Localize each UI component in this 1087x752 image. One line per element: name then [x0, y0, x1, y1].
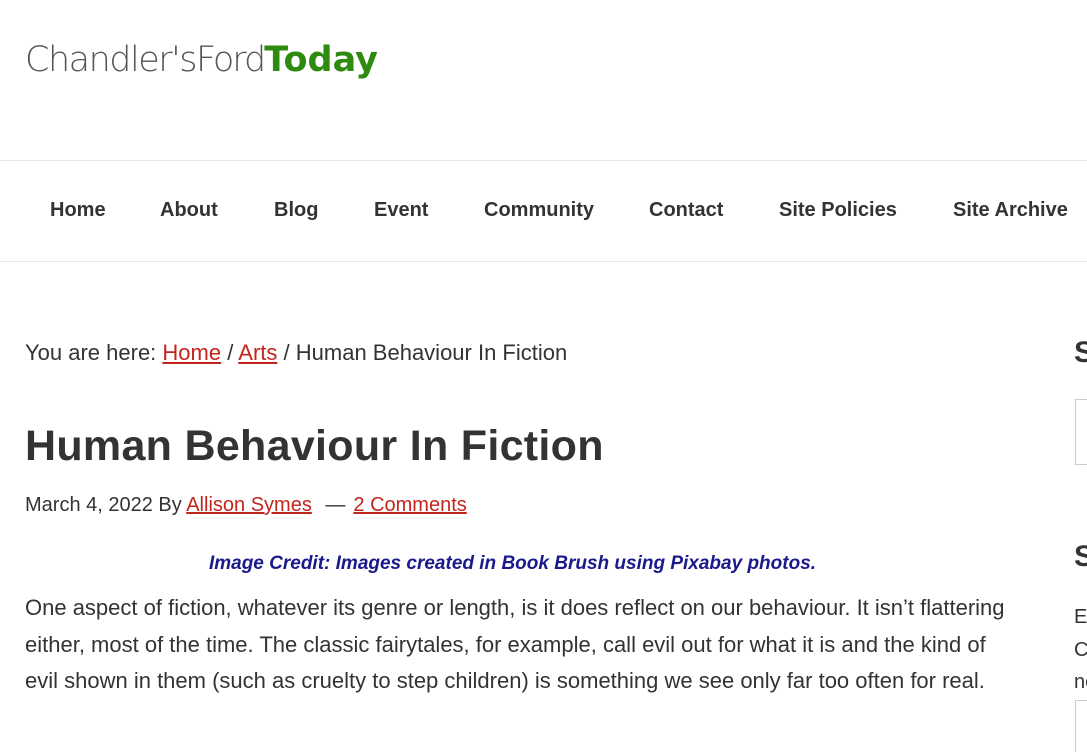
post-meta: March 4, 2022 By Allison Symes — 2 Commen…: [25, 494, 467, 517]
breadcrumb-current: Human Behaviour In Fiction: [295, 340, 568, 365]
breadcrumb-link-arts[interactable]: Arts: [238, 340, 277, 365]
post-by-label: By: [158, 494, 182, 516]
sidebar-text-line: ne: [1074, 671, 1087, 693]
sidebar-search-input[interactable]: [1075, 399, 1087, 465]
logo-text-chandlers: Chandler's: [25, 40, 197, 80]
breadcrumb-link-home[interactable]: Home: [162, 340, 221, 365]
nav-item-site-archive[interactable]: Site Archive: [953, 199, 1068, 222]
site-logo[interactable]: Chandler'sFordToday: [25, 38, 378, 82]
logo-text-ford: Ford: [195, 40, 266, 80]
sidebar-text-line: E: [1074, 606, 1087, 628]
post-title: Human Behaviour In Fiction: [25, 422, 604, 470]
page: Chandler'sFordToday Home About Blog Even…: [0, 0, 1087, 752]
breadcrumb-separator: /: [283, 340, 290, 365]
breadcrumb-separator: /: [227, 340, 234, 365]
post-date: March 4, 2022: [25, 494, 153, 516]
breadcrumb-prefix: You are here:: [25, 340, 157, 365]
sidebar-heading-search: S: [1074, 336, 1087, 369]
meta-dash: —: [325, 494, 346, 516]
logo-text-today: Today: [264, 40, 378, 80]
breadcrumb: You are here: Home / Arts / Human Behavi…: [25, 340, 567, 366]
nav-item-about[interactable]: About: [160, 199, 218, 222]
nav-item-contact[interactable]: Contact: [649, 199, 723, 222]
nav-item-site-policies[interactable]: Site Policies: [779, 199, 897, 222]
site-header: Chandler'sFordToday: [0, 0, 1087, 160]
main-navigation: Home About Blog Event Community Contact …: [0, 160, 1087, 262]
sidebar-text-line: C: [1074, 639, 1087, 661]
post-paragraph: One aspect of fiction, whatever its genr…: [25, 595, 1005, 694]
sidebar-email-input[interactable]: [1075, 700, 1087, 752]
post-author-link[interactable]: Allison Symes: [186, 494, 312, 516]
nav-item-community[interactable]: Community: [484, 199, 594, 222]
nav-item-blog[interactable]: Blog: [274, 199, 318, 222]
nav-item-home[interactable]: Home: [50, 199, 106, 222]
image-credit: Image Credit: Images created in Book Bru…: [208, 553, 817, 574]
post-comments-link[interactable]: 2 Comments: [353, 494, 466, 516]
nav-item-event[interactable]: Event: [374, 199, 428, 222]
sidebar-heading-subscribe: S: [1074, 540, 1087, 573]
